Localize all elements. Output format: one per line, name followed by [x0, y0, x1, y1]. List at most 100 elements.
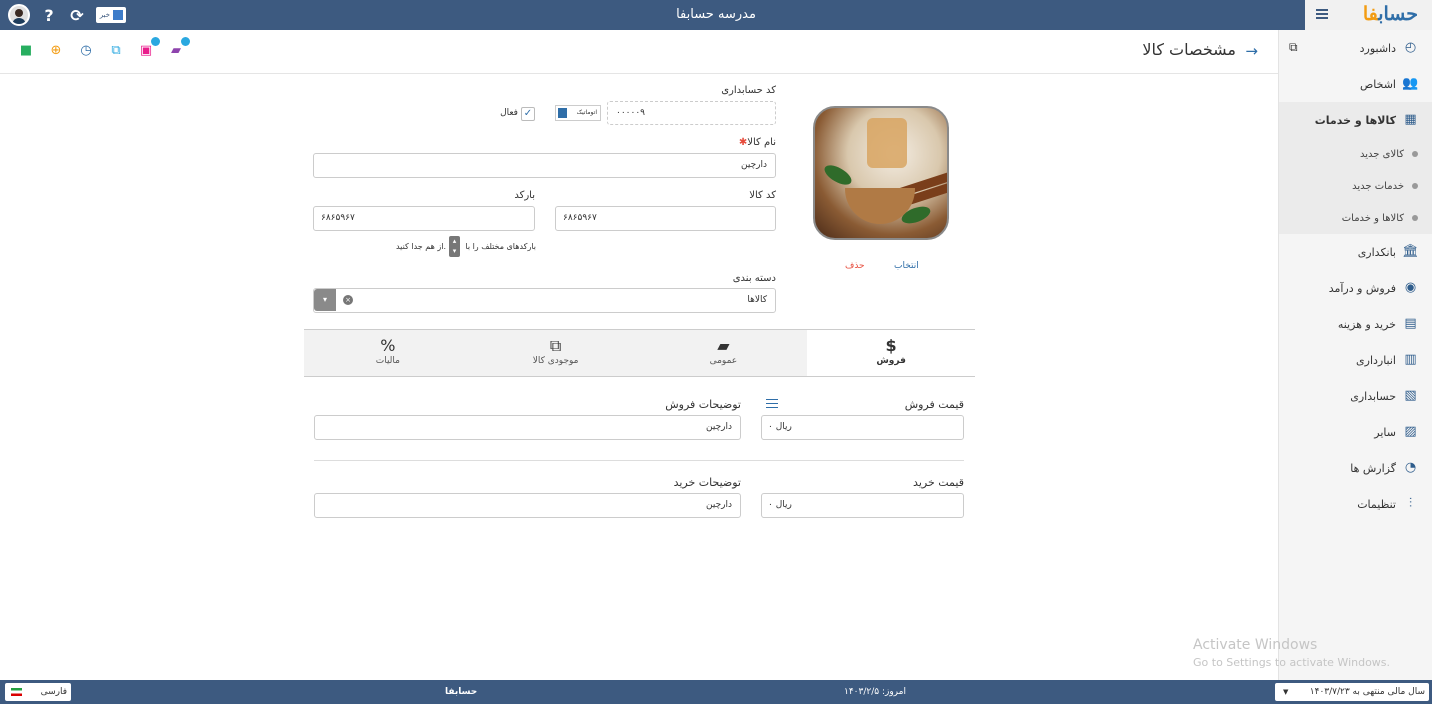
other-icon: ▨: [1404, 424, 1417, 439]
activate-windows-title: Activate Windows: [1193, 637, 1318, 653]
sidebar-item-label: گزارش ها: [1350, 461, 1396, 475]
sidebar-subitem-new-product[interactable]: کالای جدید: [1279, 138, 1432, 170]
box-icon: ▦: [1404, 112, 1417, 127]
active-label: فعال: [500, 108, 518, 118]
product-code-input[interactable]: ۶۸۶۵۹۶۷: [555, 206, 776, 231]
purchase-description-input[interactable]: دارچین: [314, 493, 741, 518]
sidebar-item-label: اشخاص: [1359, 77, 1396, 91]
chat-icon[interactable]: ▰: [167, 37, 190, 60]
sale-price-label: قیمت فروش: [904, 398, 964, 411]
name-label: ✱نام کالا: [738, 137, 776, 148]
select-image-link[interactable]: انتخاب: [894, 261, 919, 271]
sidebar-item-banking[interactable]: 🏛 بانکداری: [1279, 234, 1432, 270]
save-icon[interactable]: ■: [17, 42, 35, 60]
sidebar-subitem-products-services[interactable]: کالاها و خدمات: [1279, 202, 1432, 234]
percent-icon: %: [380, 336, 396, 355]
sidebar-item-label: سایر: [1374, 425, 1396, 439]
top-bar: ? ⟳ خبر مدرسه حسابفا حسابفا: [0, 0, 1432, 30]
purchase-price-label: قیمت خرید: [913, 476, 964, 489]
sidebar-item-warehouse[interactable]: ▥ انبارداری: [1279, 342, 1432, 378]
hamburger-menu-icon[interactable]: [1316, 7, 1328, 23]
language-selector[interactable]: فارسی: [5, 683, 71, 701]
add-file-icon[interactable]: ⊕: [47, 42, 65, 60]
dollar-icon: $: [885, 336, 897, 355]
chevron-down-icon: ▼: [1283, 688, 1289, 696]
category-dropdown-button[interactable]: ▾: [314, 289, 336, 311]
app-logo[interactable]: حسابفا: [1363, 3, 1418, 25]
product-name-input[interactable]: دارچین: [313, 153, 776, 178]
activate-windows-subtitle: Go to Settings to activate Windows.: [1193, 656, 1391, 669]
back-arrow-icon[interactable]: →: [1245, 42, 1258, 60]
settings-icon: ⫶: [1408, 496, 1413, 511]
tab-tax[interactable]: % مالیات: [304, 330, 472, 376]
sidebar-item-label: حسابداری: [1350, 389, 1396, 403]
barcode-hint-b: از هم جدا کنید.: [395, 242, 446, 251]
tab-sales[interactable]: $ فروش: [807, 330, 975, 376]
sidebar-item-products[interactable]: ▦ کالاها و خدمات: [1279, 102, 1432, 138]
iran-flag-icon: [11, 688, 22, 696]
sidebar-item-label: انبارداری: [1356, 353, 1396, 367]
section-divider: [314, 460, 964, 461]
report-icon: ◔: [1404, 460, 1417, 475]
sale-description-input[interactable]: دارچین: [314, 415, 741, 440]
category-select[interactable]: کالاها: [313, 288, 776, 313]
product-code-label: کد کالا: [749, 190, 776, 201]
bank-icon: 🏛: [1402, 244, 1419, 259]
copy-icon[interactable]: ⧉: [107, 42, 125, 60]
sidebar-item-label: فروش و درآمد: [1328, 281, 1396, 295]
fiscal-year-select[interactable]: ▼ سال مالی منتهی به ۱۴۰۳/۷/۲۳: [1275, 683, 1429, 701]
school-title[interactable]: مدرسه حسابفا: [0, 0, 1432, 30]
toolbar: ■ ⊕ ◷ ⧉ ▣ ▰: [17, 37, 190, 60]
sidebar-item-label: بانکداری: [1357, 245, 1396, 259]
message-icon: ▰: [717, 336, 730, 355]
footer-brand: حسابفا: [445, 687, 478, 697]
sale-price-input[interactable]: ۰ ریال: [761, 415, 964, 440]
page-title: مشخصات کالا: [1142, 40, 1236, 59]
barcode-input[interactable]: ۶۸۶۵۹۶۷: [313, 206, 535, 231]
sidebar-item-sales[interactable]: ◉ فروش و درآمد: [1279, 270, 1432, 306]
barcode-label: بارکد: [514, 190, 535, 201]
clear-category-icon[interactable]: ×: [343, 295, 353, 305]
sidebar-item-label: کالاها و خدمات: [1314, 113, 1396, 127]
warehouse-icon: ▥: [1404, 352, 1417, 367]
today-date: امروز: ۱۴۰۳/۲/۵: [844, 687, 906, 697]
auto-code-toggle[interactable]: اتوماتیک: [555, 105, 601, 121]
accounting-code-field[interactable]: ۰۰۰۰۰۹: [607, 101, 776, 125]
tab-bar: $ فروش ▰ عمومی ⧉ موجودی کالا % مالیات: [304, 329, 975, 377]
sidebar: ◴ داشبورد 👥 اشخاص ▦ کالاها و خدمات کالای…: [1278, 30, 1432, 680]
logo-area: حسابفا: [1305, 0, 1432, 30]
sidebar-item-settings[interactable]: ⫶ تنظیمات: [1279, 486, 1432, 522]
active-checkbox[interactable]: ✓: [521, 107, 535, 121]
accounting-icon: ▧: [1404, 388, 1417, 403]
sidebar-item-reports[interactable]: ◔ گزارش ها: [1279, 450, 1432, 486]
footer-bar: فارسی حسابفا امروز: ۱۴۰۳/۲/۵ ▼ سال مالی …: [0, 680, 1432, 704]
delete-image-link[interactable]: حذف: [845, 261, 865, 271]
sidebar-item-people[interactable]: 👥 اشخاص: [1279, 66, 1432, 102]
category-label: دسته بندی: [732, 273, 776, 284]
people-icon: 👥: [1402, 76, 1419, 91]
inbox-icon[interactable]: ▣: [137, 37, 160, 60]
tab-inventory[interactable]: ⧉ موجودی کالا: [472, 330, 640, 376]
purchase-description-label: توضیحات خرید: [673, 476, 741, 489]
barcode-hint-a: بارکدهای مختلف را با: [465, 242, 536, 251]
sale-description-label: توضیحات فروش: [665, 398, 741, 411]
sidebar-submenu: کالای جدید خدمات جدید کالاها و خدمات: [1279, 138, 1432, 234]
separator-key-icon: ▴ ▾: [449, 236, 460, 257]
devices-icon: ⧉: [549, 336, 562, 355]
sidebar-toggle-icon[interactable]: ⧉: [1289, 40, 1432, 55]
sidebar-item-label: تنظیمات: [1357, 497, 1396, 511]
history-icon[interactable]: ◷: [77, 42, 95, 60]
page-header: ■ ⊕ ◷ ⧉ ▣ ▰ → مشخصات کالا: [0, 30, 1278, 74]
sidebar-item-purchase[interactable]: ▤ خرید و هزینه: [1279, 306, 1432, 342]
accounting-code-label: کد حسابداری: [721, 85, 776, 96]
sidebar-item-label: خرید و هزینه: [1337, 317, 1396, 331]
sidebar-subitem-new-service[interactable]: خدمات جدید: [1279, 170, 1432, 202]
purchase-price-input[interactable]: ۰ ریال: [761, 493, 964, 518]
product-image: [813, 106, 949, 240]
purchase-icon: ▤: [1404, 316, 1417, 331]
price-list-icon[interactable]: [766, 396, 778, 411]
sidebar-item-other[interactable]: ▨ سایر: [1279, 414, 1432, 450]
sidebar-item-accounting[interactable]: ▧ حسابداری: [1279, 378, 1432, 414]
tab-general[interactable]: ▰ عمومی: [640, 330, 808, 376]
sales-icon: ◉: [1404, 280, 1417, 295]
